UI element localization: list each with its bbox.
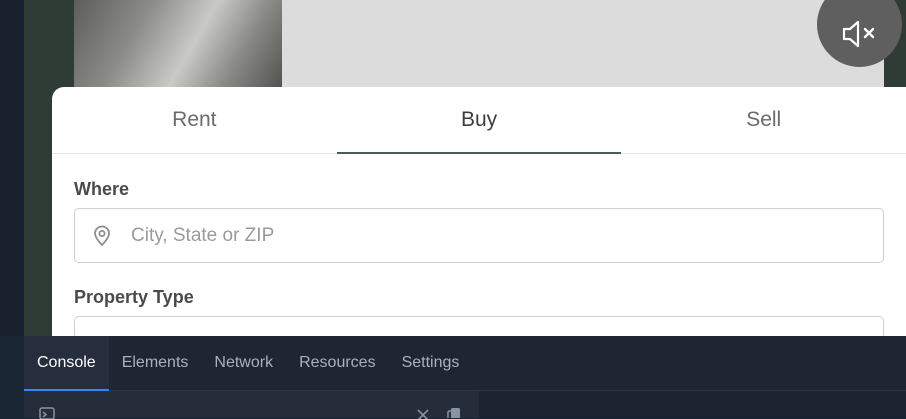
tab-rent[interactable]: Rent [52,87,337,153]
tab-buy[interactable]: Buy [336,87,622,154]
tab-sell[interactable]: Sell [621,87,906,153]
devtools-tab-resources[interactable]: Resources [286,336,388,390]
console-side-pane [479,391,906,418]
console-pane [24,391,479,419]
devtools-tab-console[interactable]: Console [24,336,109,391]
devtools-panel: Console Elements Network Resources Setti… [24,336,906,419]
media-area [74,0,902,96]
console-prompt-icon [39,407,55,419]
copy-icon[interactable] [446,406,462,418]
where-label: Where [74,179,130,199]
where-field[interactable] [74,208,884,263]
devtools-tab-network[interactable]: Network [201,336,286,390]
search-card: Rent Buy Sell Where Property Type [52,87,906,336]
property-type-label: Property Type [74,287,194,307]
devtools-tabs: Console Elements Network Resources Setti… [24,336,906,391]
property-type-select[interactable] [74,316,884,336]
listing-type-tabs: Rent Buy Sell [52,87,906,154]
map-pin-icon [75,225,129,247]
speaker-muted-icon [842,20,874,47]
page-background: Rent Buy Sell Where Property Type [24,0,906,336]
where-input[interactable] [129,208,883,263]
devtools-tab-elements[interactable]: Elements [109,336,202,390]
listing-photo [74,0,282,96]
mute-button[interactable] [817,0,902,67]
devtools-tab-settings[interactable]: Settings [389,336,473,390]
left-edge-strip [0,0,24,336]
